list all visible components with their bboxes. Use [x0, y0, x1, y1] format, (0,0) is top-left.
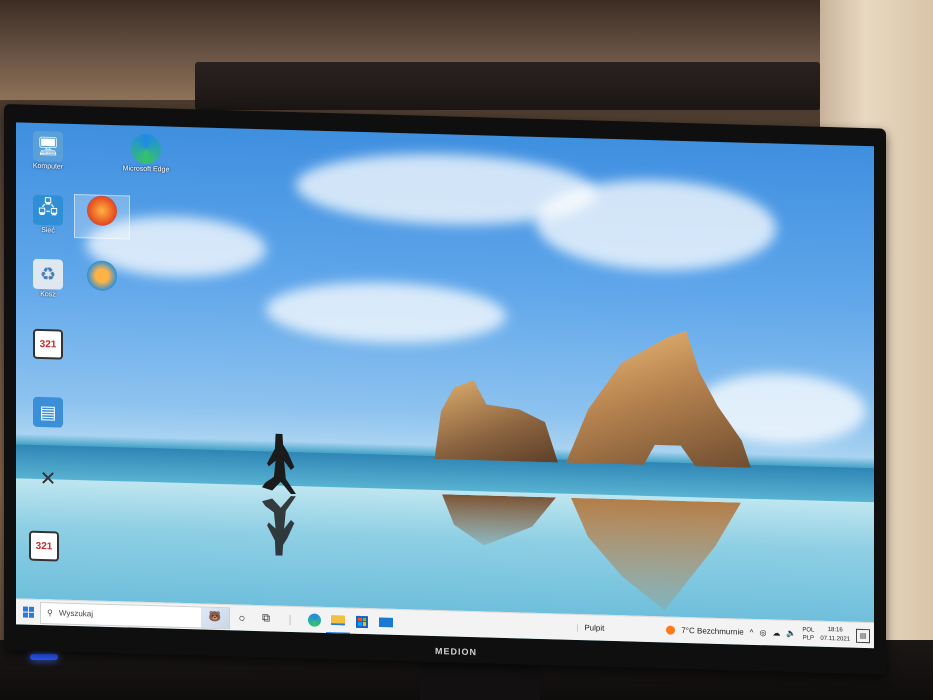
network-tray-icon[interactable]: ◎: [759, 628, 766, 637]
weather-icon[interactable]: [666, 625, 676, 635]
tray-separator: |: [576, 622, 579, 633]
onedrive-tray-icon[interactable]: ☁: [772, 628, 780, 637]
system-tray: | Pulpit 7°C Bezchmurnie ^ ◎ ☁ 🔈 POL PLP…: [576, 618, 874, 644]
desktop-icon-label: Kosz: [40, 291, 56, 299]
search-highlight-image-icon[interactable]: 🐻: [201, 607, 229, 628]
shelf: [195, 62, 820, 110]
tools-icon: ✕: [39, 467, 57, 490]
desktop-icon-recycle-bin[interactable]: ♻ Kosz: [20, 258, 76, 300]
desktop-icon-label: Komputer: [32, 162, 64, 171]
media-player-classic-icon: 321: [29, 530, 59, 562]
desktop-icon-mpc[interactable]: 321: [20, 328, 76, 362]
show-hidden-icons-chevron[interactable]: ^: [750, 628, 754, 637]
weather-text[interactable]: 7°C Bezchmurnie: [681, 626, 743, 637]
firefox-icon: [87, 195, 117, 227]
keyboard-layout: PLP: [802, 634, 815, 642]
language-indicator[interactable]: POL PLP: [802, 626, 814, 642]
recycle-bin-icon: ♻: [33, 258, 63, 290]
cloud: [266, 279, 506, 347]
tray-spacer: [610, 628, 660, 629]
media-player-classic-icon: 321: [33, 328, 63, 360]
rock-small: [428, 379, 558, 463]
taskbar-store[interactable]: [350, 608, 374, 635]
clock[interactable]: 18:16 07.11.2021: [820, 625, 850, 644]
language-code: POL: [802, 626, 815, 634]
edge-icon: [131, 133, 161, 165]
desktop-icon-mpc-2[interactable]: 321: [16, 530, 72, 564]
desktop-icon-computer[interactable]: 🖥 Komputer: [20, 130, 76, 172]
task-view-button[interactable]: ⧉: [254, 605, 278, 632]
windows-logo-icon: [22, 606, 34, 618]
notification-center-icon[interactable]: ▤: [856, 628, 870, 643]
cloud: [536, 176, 776, 274]
monitor: 🖥 Komputer Microsoft Edge 🖧 Sieć ♻ Kosz …: [4, 104, 886, 675]
power-led: [30, 654, 58, 660]
desktop-icon-control-panel[interactable]: ▤: [20, 396, 76, 430]
taskbar-mail[interactable]: [374, 609, 398, 636]
circle-icon: ○: [238, 612, 246, 625]
store-icon: [356, 615, 368, 628]
monitor-brand-logo: MEDION: [435, 646, 477, 658]
desktop-icon-firefox[interactable]: [74, 193, 130, 240]
desktop-icon-label: [75, 227, 129, 229]
edge-icon: [307, 613, 321, 627]
desktop-icon-label: [20, 360, 76, 362]
clock-date: 07.11.2021: [820, 635, 850, 643]
start-button[interactable]: [16, 599, 40, 626]
search-placeholder: Wyszukaj: [58, 608, 94, 619]
taskbar-separator: |: [288, 613, 292, 626]
desktop-icon-app[interactable]: [74, 260, 130, 294]
desktop-toolbar-label[interactable]: Pulpit: [584, 623, 604, 633]
network-icon: 🖧: [33, 194, 63, 226]
app-orange-circle-icon: [87, 260, 117, 292]
desktop-icon-label: [74, 292, 130, 294]
taskbar-file-explorer[interactable]: [326, 607, 350, 635]
desktop-icon-label: Microsoft Edge: [122, 165, 170, 174]
desktop-icon-label: Sieć: [41, 227, 55, 235]
taskbar-edge[interactable]: [302, 607, 326, 634]
desktop-icon-edge[interactable]: Microsoft Edge: [118, 133, 174, 175]
control-panel-icon: ▤: [33, 396, 63, 428]
screen: 🖥 Komputer Microsoft Edge 🖧 Sieć ♻ Kosz …: [16, 122, 874, 649]
computer-icon: 🖥: [33, 130, 63, 162]
volume-icon[interactable]: 🔈: [786, 629, 796, 638]
task-view-icon: ⧉: [262, 612, 270, 625]
desktop-icon-network[interactable]: 🖧 Sieć: [20, 194, 76, 236]
search-icon: ⚲: [47, 608, 53, 618]
desktop-icon-tools[interactable]: ✕: [20, 462, 76, 496]
cortana-button[interactable]: ○: [230, 605, 254, 632]
taskbar-search-box[interactable]: ⚲ Wyszukaj 🐻: [40, 601, 230, 629]
desktop-icon-label: [20, 428, 76, 430]
folder-icon: [331, 614, 345, 626]
mail-icon: [379, 617, 393, 627]
